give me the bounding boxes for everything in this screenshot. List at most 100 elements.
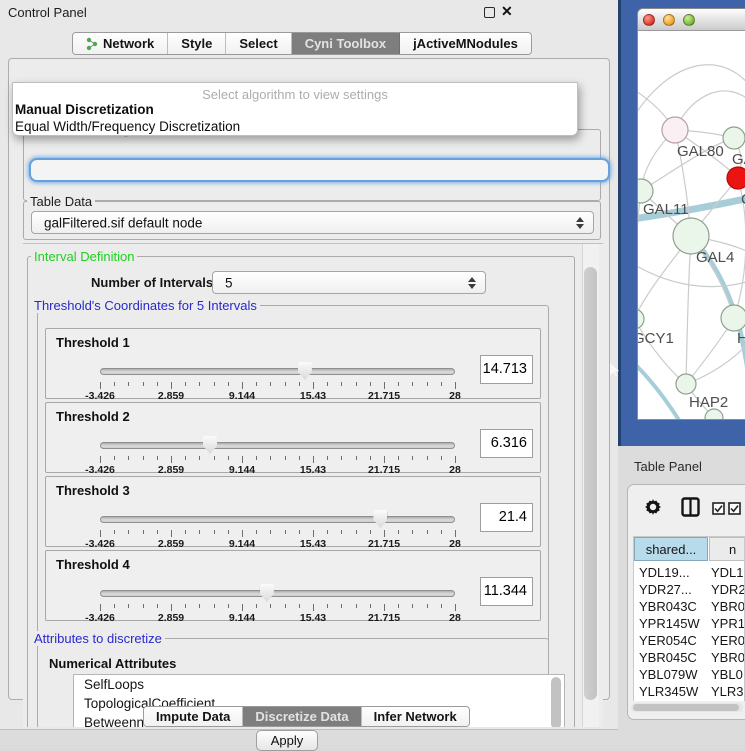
table-hscrollbar-thumb[interactable]: [633, 704, 739, 711]
settings-gear-icon[interactable]: [644, 498, 662, 521]
slider-thumb[interactable]: [203, 436, 217, 454]
slider-track[interactable]: [100, 442, 455, 449]
slider-thumb[interactable]: [298, 362, 312, 380]
threshold-value-field[interactable]: 6.316: [480, 429, 533, 458]
tick-mark: [427, 604, 428, 608]
network-edge[interactable]: [638, 191, 641, 319]
threshold-value-field[interactable]: 14.713: [480, 355, 533, 384]
threshold-value-field[interactable]: 11.344: [480, 577, 533, 606]
panel-scrollbar-thumb[interactable]: [584, 267, 597, 700]
network-edge-highlighted[interactable]: [638, 353, 682, 420]
algorithm-combobox[interactable]: [29, 158, 610, 182]
apply-button[interactable]: Apply: [256, 730, 318, 751]
network-node-ga[interactable]: [723, 127, 745, 149]
number-of-intervals-value: 5: [225, 275, 233, 290]
tick-mark: [427, 530, 428, 534]
tab-style[interactable]: Style: [168, 33, 226, 54]
network-node-gal80[interactable]: [662, 117, 688, 143]
tick-mark: [455, 530, 456, 537]
list-scrollbar-thumb[interactable]: [551, 677, 561, 727]
column-header-name[interactable]: n: [709, 537, 745, 561]
network-node-h[interactable]: [721, 305, 745, 331]
axis-tick-label: -3.426: [85, 538, 115, 550]
table-row[interactable]: YIL052CYIL0: [634, 700, 744, 701]
axis-tick-label: 21.715: [368, 390, 400, 402]
network-canvas[interactable]: GAL80GACGAL11GAL4GCY1HHAP2: [638, 31, 745, 420]
slider-thumb[interactable]: [373, 510, 387, 528]
tab-cyni-toolbox[interactable]: Cyni Toolbox: [292, 33, 400, 54]
tick-mark: [157, 604, 158, 608]
slider-track[interactable]: [100, 590, 455, 597]
tab-network[interactable]: Network: [73, 33, 168, 54]
tick-mark: [114, 604, 115, 608]
table-row[interactable]: YBL079WYBL0: [634, 666, 744, 683]
tab-select[interactable]: Select: [226, 33, 291, 54]
bottom-tab-bar: Impute DataDiscretize DataInfer Network: [143, 706, 470, 727]
float-window-icon[interactable]: [484, 7, 495, 18]
axis-tick-label: -3.426: [85, 390, 115, 402]
tab-discretize-data[interactable]: Discretize Data: [243, 707, 361, 726]
tick-mark: [270, 530, 271, 534]
slider-track[interactable]: [100, 368, 455, 375]
network-window-titlebar[interactable]: [638, 9, 745, 31]
cell-name: YBR0: [711, 649, 745, 666]
algorithm-option-equal-width[interactable]: Equal Width/Frequency Discretization: [15, 119, 240, 134]
slider-thumb[interactable]: [260, 584, 274, 602]
minimize-icon[interactable]: [663, 14, 675, 26]
axis-tick-label: 2.859: [158, 464, 184, 476]
tab-impute-data[interactable]: Impute Data: [144, 707, 243, 726]
tab-infer-network[interactable]: Infer Network: [362, 707, 469, 726]
network-node-label: GAL4: [696, 249, 734, 266]
network-node-gcy1[interactable]: [638, 309, 644, 329]
tick-mark: [157, 530, 158, 534]
close-icon[interactable]: [643, 14, 655, 26]
table-row[interactable]: YBR045CYBR0: [634, 649, 744, 666]
checkbox-checked-icon[interactable]: [712, 502, 725, 520]
table-row[interactable]: YDR27...YDR2: [634, 581, 744, 598]
node-attribute-table[interactable]: shared... n YDL19...YDL1YDR27...YDR2YBR0…: [633, 536, 745, 701]
tick-mark: [398, 382, 399, 386]
split-columns-icon[interactable]: [681, 497, 700, 522]
table-row[interactable]: YLR345WYLR3: [634, 683, 744, 700]
numerical-attributes-label: Numerical Attributes: [49, 656, 176, 671]
table-data-combobox[interactable]: galFiltered.sif default node: [31, 211, 594, 234]
tick-mark: [412, 382, 413, 386]
tick-mark: [214, 530, 215, 534]
threshold-2-box: Threshold 2-3.4262.8599.14415.4321.71528…: [45, 402, 541, 473]
network-node-label: GA: [732, 151, 745, 168]
network-edge[interactable]: [686, 236, 691, 384]
network-view-window[interactable]: GAL80GACGAL11GAL4GCY1HHAP2: [637, 8, 745, 420]
axis-tick-label: 28: [449, 464, 461, 476]
threshold-value-field[interactable]: 21.4: [480, 503, 533, 532]
table-row[interactable]: YDL19...YDL1: [634, 564, 744, 581]
tick-mark: [199, 382, 200, 386]
tick-mark: [455, 456, 456, 463]
slider-track[interactable]: [100, 516, 455, 523]
zoom-icon[interactable]: [683, 14, 695, 26]
tick-mark: [270, 604, 271, 608]
tab-label: Cyni Toolbox: [305, 36, 386, 51]
tab-jactivemnodules[interactable]: jActiveMNodules: [400, 33, 531, 54]
table-row[interactable]: YER054CYER0: [634, 632, 744, 649]
cell-name: YPR1: [711, 615, 745, 632]
column-header-shared-name[interactable]: shared...: [634, 537, 708, 561]
number-of-intervals-combobox[interactable]: 5: [212, 271, 486, 294]
network-edge[interactable]: [686, 341, 745, 384]
axis-tick-label: 9.144: [229, 612, 255, 624]
network-node-hap2[interactable]: [676, 374, 696, 394]
table-row[interactable]: YBR043CYBR0: [634, 598, 744, 615]
network-node-label: C: [741, 191, 745, 208]
algorithm-option-manual[interactable]: Manual Discretization: [15, 102, 154, 117]
network-edge[interactable]: [638, 65, 745, 126]
tick-mark: [171, 456, 172, 463]
cell-shared-name: YBR043C: [639, 598, 697, 615]
close-icon[interactable]: ✕: [501, 3, 513, 20]
checkbox-checked-icon[interactable]: [728, 502, 741, 520]
tick-mark: [143, 456, 144, 460]
tick-mark: [341, 456, 342, 460]
attribute-list-item[interactable]: SelfLoops: [74, 675, 564, 694]
tick-mark: [157, 456, 158, 460]
network-node-c[interactable]: [727, 167, 745, 189]
table-row[interactable]: YPR145WYPR1: [634, 615, 744, 632]
threshold-1-box: Threshold 1-3.4262.8599.14415.4321.71528…: [45, 328, 541, 399]
